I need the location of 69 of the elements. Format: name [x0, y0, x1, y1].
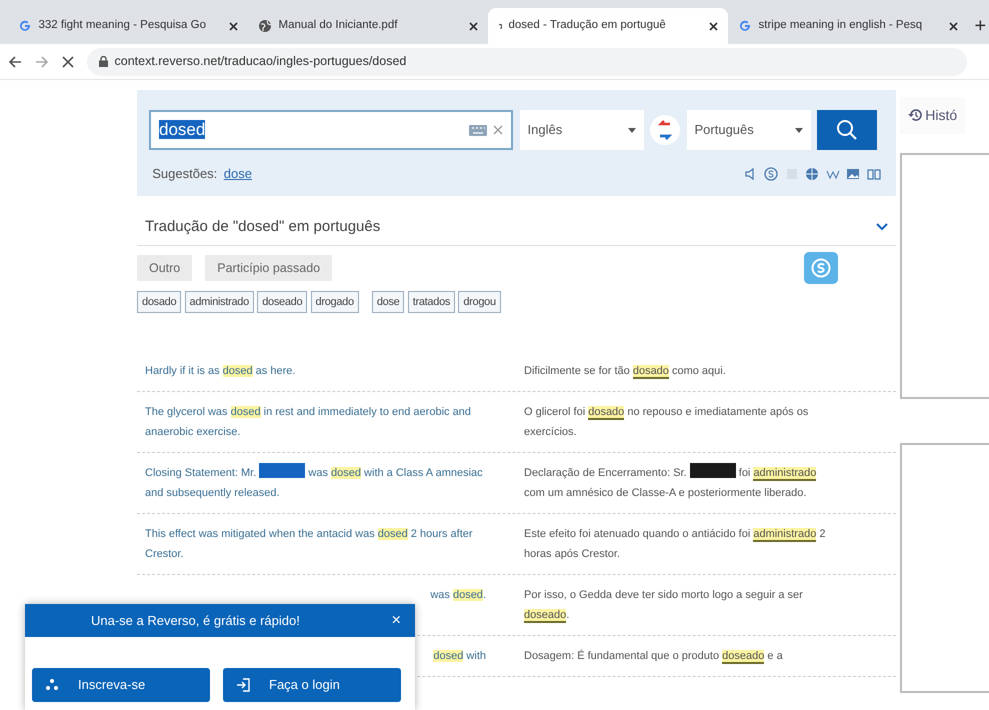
tab-title: stripe meaning in english - Pesq	[758, 18, 924, 34]
tab-title: 332 fight meaning - Pesquisa Go	[38, 18, 207, 34]
popup-title: Una-se a Reverso, é grátis e rápido!	[91, 612, 300, 630]
close-icon[interactable]	[469, 22, 478, 30]
translation-chip[interactable]: drogou	[458, 290, 501, 313]
clear-icon[interactable]	[493, 125, 503, 135]
open-book-icon[interactable]	[866, 166, 881, 181]
search-icon	[836, 119, 858, 141]
section-heading: Tradução de "dosed" em português	[145, 217, 382, 237]
keyboard-icon[interactable]	[468, 124, 486, 136]
search-button[interactable]	[817, 110, 877, 150]
people-icon	[44, 678, 58, 692]
skype-button[interactable]	[804, 252, 838, 284]
example-sentence: Declaração de Encerramento: Sr. foi administrado com um amnésico de Classe-A e posteriormente liberado.	[520, 463, 890, 503]
chevron-down-icon[interactable]	[876, 223, 888, 232]
example-sentence: Hardly if it is as dosed as here.	[145, 364, 296, 379]
globe-icon[interactable]	[805, 166, 820, 181]
lock-icon	[99, 56, 108, 67]
browser-tab[interactable]: dosed - Tradução em portuguê	[488, 8, 728, 44]
url-text: context.reverso.net/traducao/ingles-portugues/dosed	[114, 53, 406, 70]
address-bar[interactable]: context.reverso.net/traducao/ingles-portugues/dosed	[87, 48, 967, 76]
example-sentence: Closing Statement: Mr. was dosed with a Class A amnesiac and subsequently released.	[145, 463, 520, 503]
tab-title: dosed - Tradução em portuguê	[508, 18, 667, 34]
image-icon[interactable]	[846, 166, 860, 181]
example-sentence: Dosagem: É fundamental que o produto doseado e a	[523, 648, 784, 666]
close-icon[interactable]	[949, 22, 958, 30]
example-sentence: Dificilmente se for tão dosado como aqui.	[523, 364, 727, 381]
browser-tab[interactable]: stripe meaning in english - Pesq	[728, 8, 968, 44]
globe-icon	[258, 19, 272, 33]
popup-button[interactable]: Faça o login	[222, 668, 400, 702]
language-select[interactable]: Português	[686, 110, 810, 150]
close-icon[interactable]	[229, 22, 238, 30]
s-circle-icon	[810, 258, 831, 278]
google-icon	[738, 19, 752, 33]
google-icon	[18, 19, 32, 33]
swap-icon[interactable]	[650, 115, 680, 145]
caret-icon	[794, 128, 802, 132]
example-sentence: O glicerol foi dosado no repouso e imediatamente após os exercícios.	[523, 405, 810, 440]
example-sentence: The glycerol was dosed in rest and immediately to end aerobic and anaerobic exercise.	[145, 405, 472, 440]
suggestions-label: Sugestões:	[152, 165, 218, 183]
language-select[interactable]: Inglês	[520, 110, 644, 150]
translation-chip[interactable]: dose	[372, 290, 404, 313]
close-icon[interactable]	[709, 22, 718, 30]
category-tag[interactable]: Particípio passado	[205, 254, 332, 282]
translation-chip[interactable]: tratados	[408, 290, 456, 313]
login-icon	[236, 678, 250, 692]
category-tag[interactable]: Outro	[137, 254, 192, 282]
translation-chip[interactable]: administrado	[184, 290, 254, 313]
popup-button[interactable]: Inscreva-se	[32, 668, 210, 702]
caret-icon	[628, 128, 636, 132]
back-icon[interactable]	[8, 54, 22, 68]
suggestion-link[interactable]: dose	[224, 164, 252, 184]
example-sentence: Por isso, o Gedda deve ter sido morto logo a seguir a ser doseado.	[523, 588, 804, 625]
history-icon	[908, 108, 922, 122]
translation-chip[interactable]: drogado	[310, 290, 359, 313]
new-tab-button[interactable]: +	[974, 11, 986, 42]
close-icon[interactable]	[62, 56, 74, 68]
browser-tab[interactable]: Manual do Iniciante.pdf	[248, 8, 488, 44]
translation-chip[interactable]: dosado	[137, 290, 182, 313]
history-button[interactable]: Histó	[900, 96, 966, 134]
translation-chip[interactable]: doseado	[257, 290, 308, 313]
forward-icon[interactable]	[35, 54, 49, 68]
example-sentence: Este efeito foi atenuado quando o antiácido foi administrado 2 horas após Crestor.	[523, 527, 827, 562]
tab-title: Manual do Iniciante.pdf	[278, 18, 398, 34]
browser-tab[interactable]: 332 fight meaning - Pesquisa Go	[8, 8, 248, 44]
search-field[interactable]: dosed	[149, 110, 513, 150]
close-button[interactable]: ×	[392, 608, 401, 633]
example-sentence: This effect was mitigated when the antacid was dosed 2 hours after Crestor.	[145, 527, 474, 562]
s-circle-icon[interactable]	[764, 166, 778, 181]
